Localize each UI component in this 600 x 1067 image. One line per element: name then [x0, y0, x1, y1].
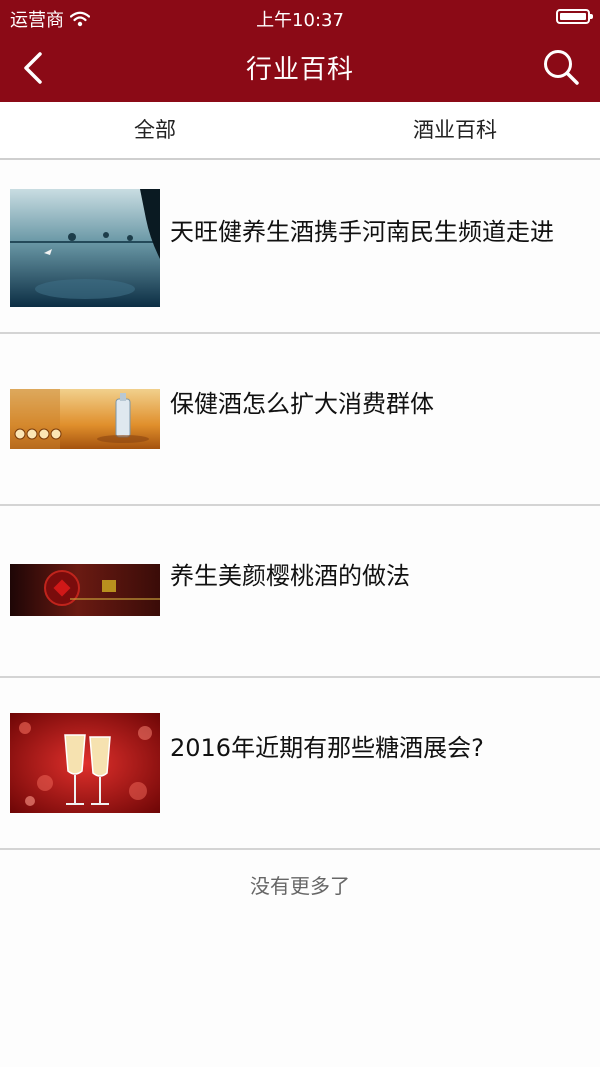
list-item[interactable]: 保健酒怎么扩大消费群体	[0, 334, 600, 506]
lake-landscape-image	[10, 189, 160, 307]
article-title: 养生美颜樱桃酒的做法	[170, 562, 410, 590]
battery-icon	[556, 9, 593, 24]
search-button[interactable]	[540, 46, 582, 88]
category-tabs: 全部 酒业百科	[0, 102, 600, 160]
champagne-glasses-image	[10, 713, 160, 813]
search-icon	[544, 50, 579, 85]
article-title: 天旺健养生酒携手河南民生频道走进	[170, 218, 554, 246]
article-title: 2016年近期有那些糖酒展会?	[170, 734, 484, 762]
article-list: 天旺健养生酒携手河南民生频道走进 保健酒怎么扩大消费群体 养生美颜樱桃酒的做法 …	[0, 162, 600, 850]
tab-all[interactable]: 全部	[5, 102, 305, 158]
tab-wine-encyclopedia[interactable]: 酒业百科	[305, 102, 600, 158]
page-title: 行业百科	[245, 55, 354, 85]
no-more-label: 没有更多了	[250, 874, 350, 898]
red-wine-banner-image	[10, 564, 160, 616]
wine-bottle-banner-image	[10, 389, 160, 449]
list-item[interactable]: 2016年近期有那些糖酒展会?	[0, 678, 600, 850]
app-header: 运营商 上午10:37 行业百科	[0, 0, 600, 102]
article-title: 保健酒怎么扩大消费群体	[170, 390, 434, 418]
status-bar: 运营商 上午10:37	[0, 0, 600, 34]
status-time: 上午10:37	[256, 10, 344, 31]
list-item[interactable]: 天旺健养生酒携手河南民生频道走进	[0, 162, 600, 334]
nav-bar: 行业百科	[0, 34, 600, 102]
list-item[interactable]: 养生美颜樱桃酒的做法	[0, 506, 600, 678]
